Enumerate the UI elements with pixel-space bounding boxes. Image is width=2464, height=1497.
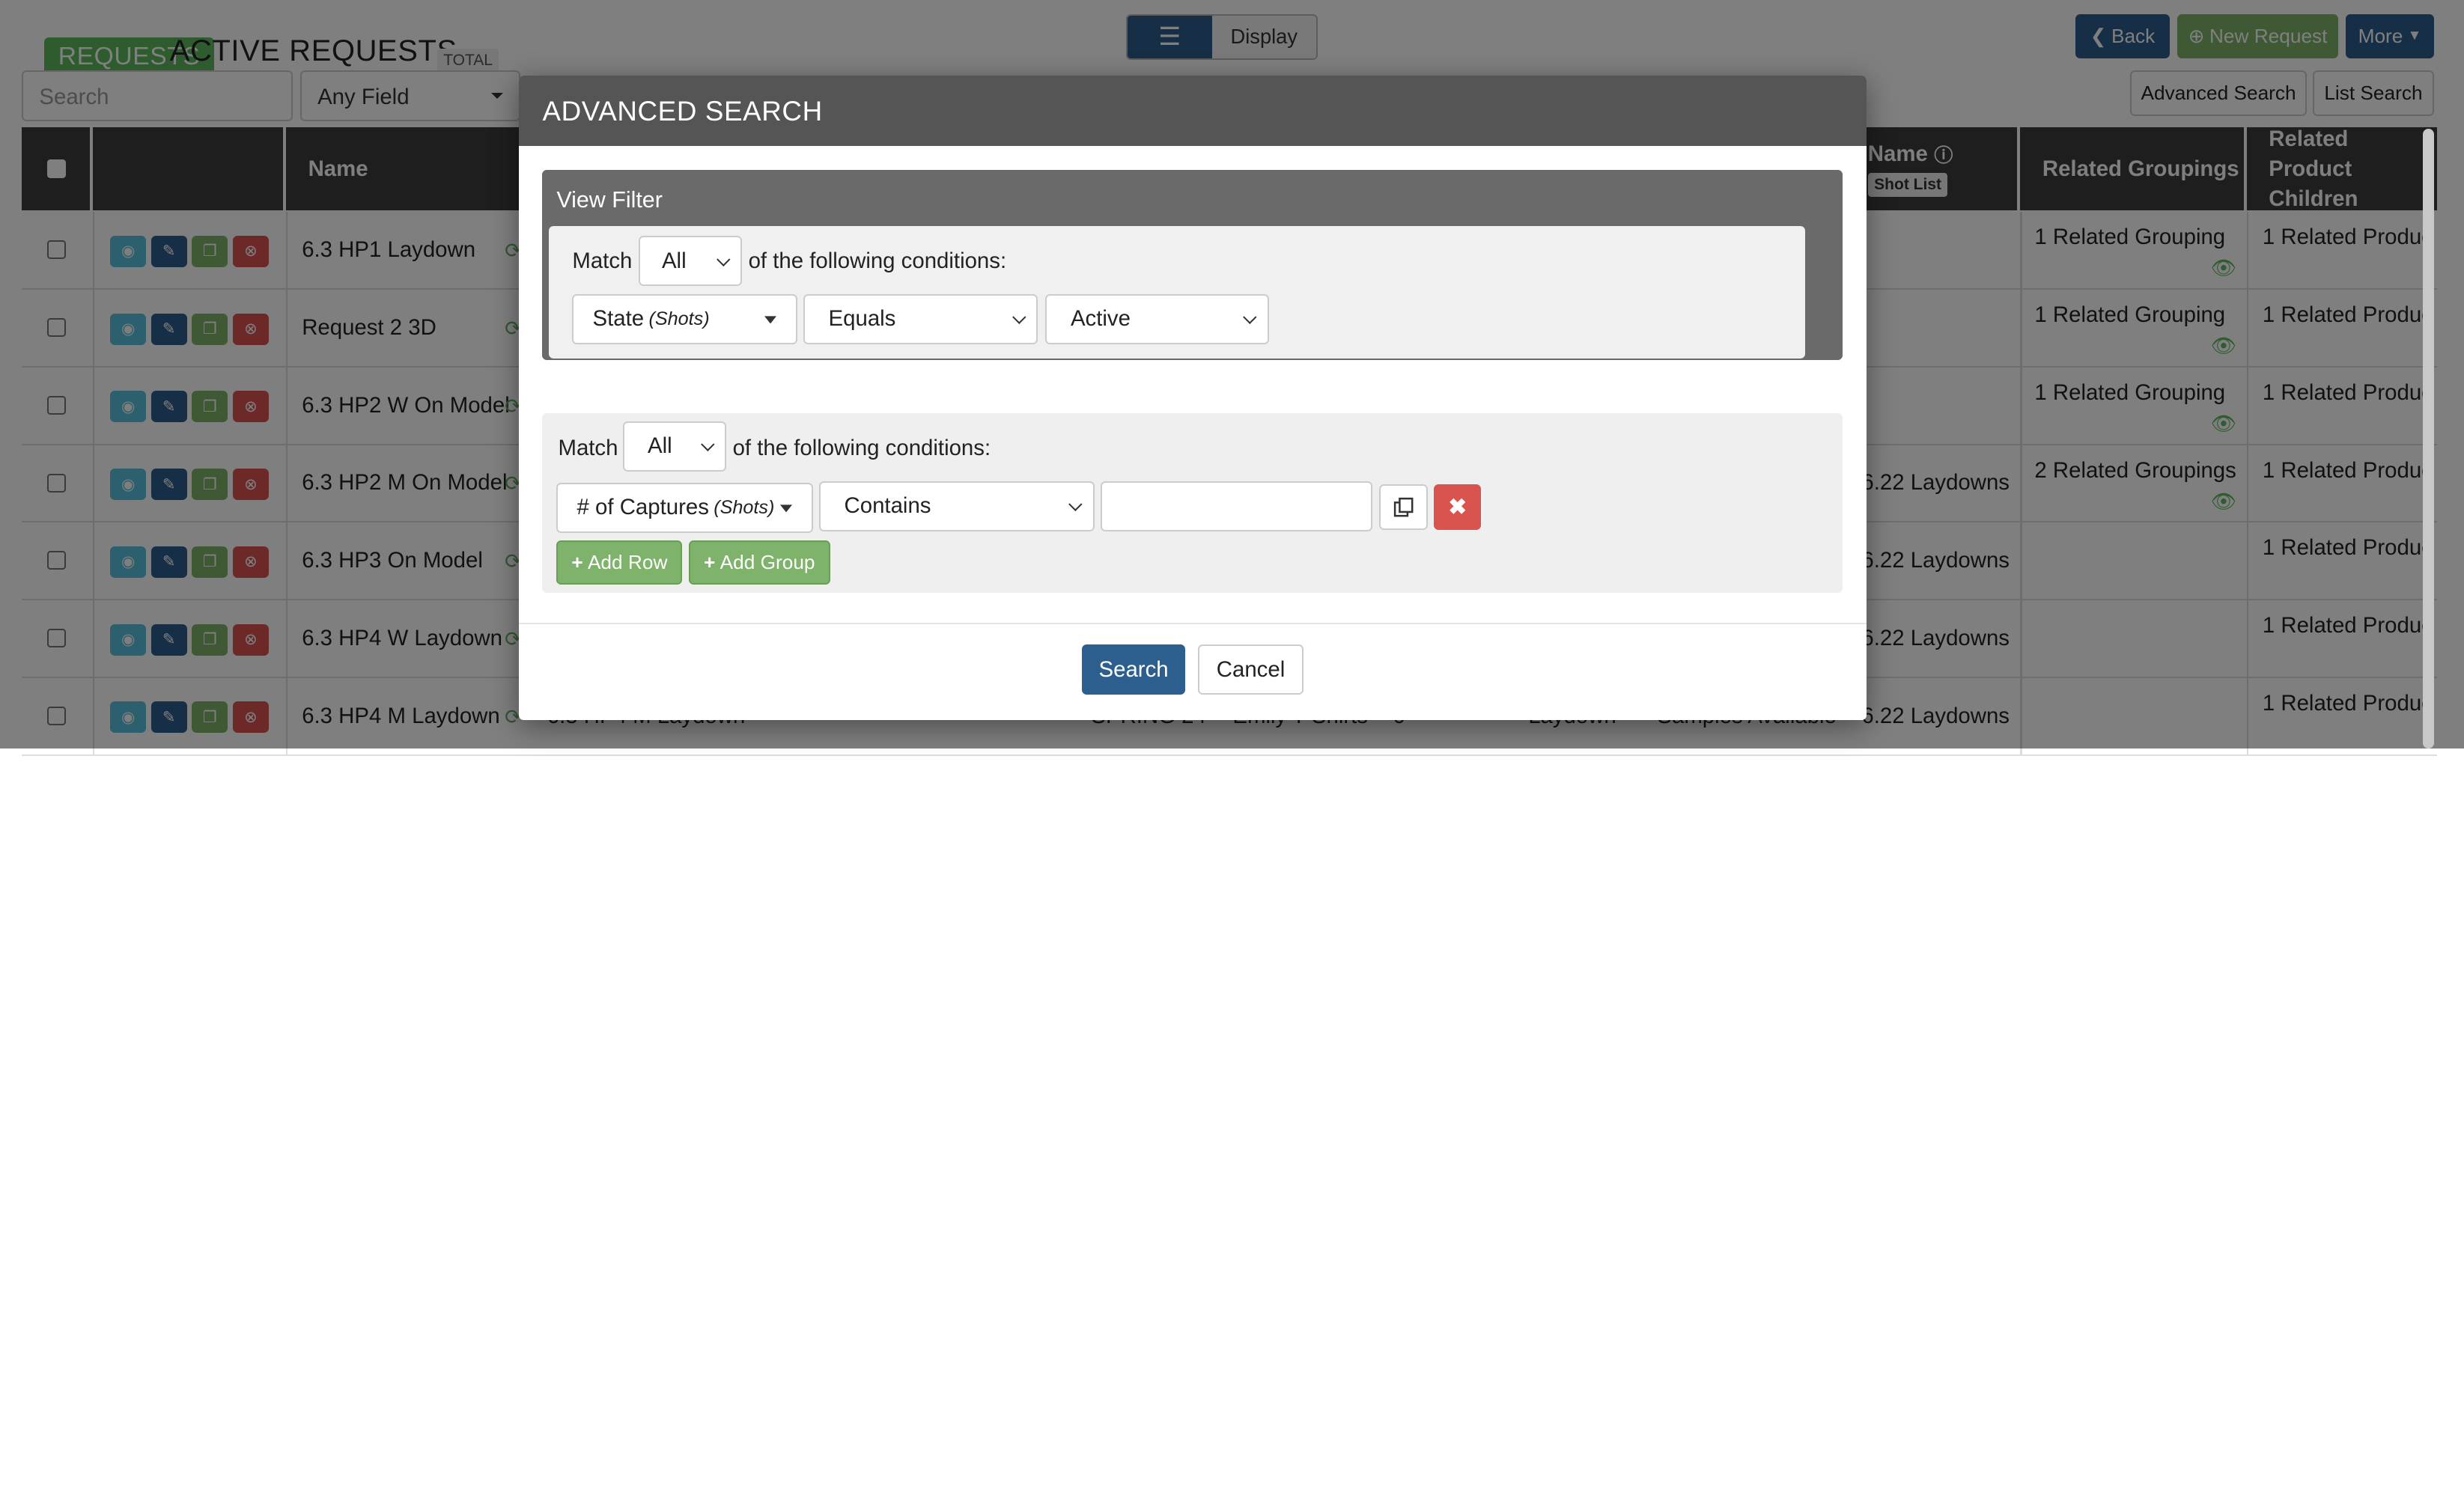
view-filter-value-select[interactable]: Active xyxy=(1045,293,1269,344)
modal-title: ADVANCED SEARCH xyxy=(518,75,1867,147)
chevron-down-icon xyxy=(701,437,714,451)
advanced-search-modal: ADVANCED SEARCH View Filter Match All of… xyxy=(518,75,1867,720)
copy-icon xyxy=(1393,497,1414,517)
view-filter-match-select[interactable]: All xyxy=(638,235,743,287)
conditions-panel: Match All of the following conditions: #… xyxy=(542,413,1843,593)
chevron-down-icon xyxy=(717,252,730,266)
copy-row-button[interactable] xyxy=(1378,484,1428,530)
plus-icon: + xyxy=(571,551,583,574)
view-filter-match-value: All xyxy=(661,248,687,273)
conditions-match-label: Match xyxy=(558,435,618,460)
conditions-field-select[interactable]: # of Captures (Shots) xyxy=(556,482,813,533)
view-filter-field: State xyxy=(592,306,645,332)
view-filter-value: Active xyxy=(1070,306,1131,332)
conditions-field: # of Captures xyxy=(577,495,709,520)
view-filter-match-label: Match xyxy=(572,248,633,273)
chevron-down-icon xyxy=(1012,310,1026,324)
chevron-down-icon xyxy=(1243,310,1257,324)
scrollbar[interactable] xyxy=(2423,129,2434,748)
add-group-button[interactable]: + Add Group xyxy=(688,540,830,585)
caret-down-icon xyxy=(780,504,793,519)
view-filter-operator-select[interactable]: Equals xyxy=(803,293,1038,344)
chevron-down-icon xyxy=(1068,497,1083,511)
view-filter-conditions: Match All of the following conditions: S… xyxy=(548,226,1805,359)
view-filter-operator: Equals xyxy=(828,306,896,332)
view-filter-conditions-text: of the following conditions: xyxy=(748,248,1007,273)
view-filter-title: View Filter xyxy=(556,186,663,213)
caret-down-icon xyxy=(764,316,777,330)
plus-icon: + xyxy=(704,551,716,574)
add-row-button[interactable]: + Add Row xyxy=(556,540,683,585)
add-group-label: Add Group xyxy=(720,551,815,574)
view-filter-field-select[interactable]: State (Shots) xyxy=(572,293,797,344)
cancel-button[interactable]: Cancel xyxy=(1198,644,1304,695)
conditions-match-select[interactable]: All xyxy=(622,421,727,472)
page: REQUESTS ACTIVE REQUESTS TOTAL ☰ Display… xyxy=(0,0,2464,1497)
add-row-label: Add Row xyxy=(587,551,668,574)
conditions-field-scope: (Shots) xyxy=(714,496,775,518)
conditions-operator-select[interactable]: Contains xyxy=(819,481,1095,531)
conditions-value-input[interactable] xyxy=(1100,481,1373,531)
close-icon: ✖ xyxy=(1448,494,1467,519)
conditions-text: of the following conditions: xyxy=(732,435,991,460)
conditions-operator: Contains xyxy=(844,493,931,519)
search-button[interactable]: Search xyxy=(1081,644,1186,695)
view-filter-field-scope: (Shots) xyxy=(648,308,710,329)
conditions-match-value: All xyxy=(648,433,672,459)
modal-footer-divider xyxy=(518,622,1867,624)
remove-row-button[interactable]: ✖ xyxy=(1434,484,1482,530)
